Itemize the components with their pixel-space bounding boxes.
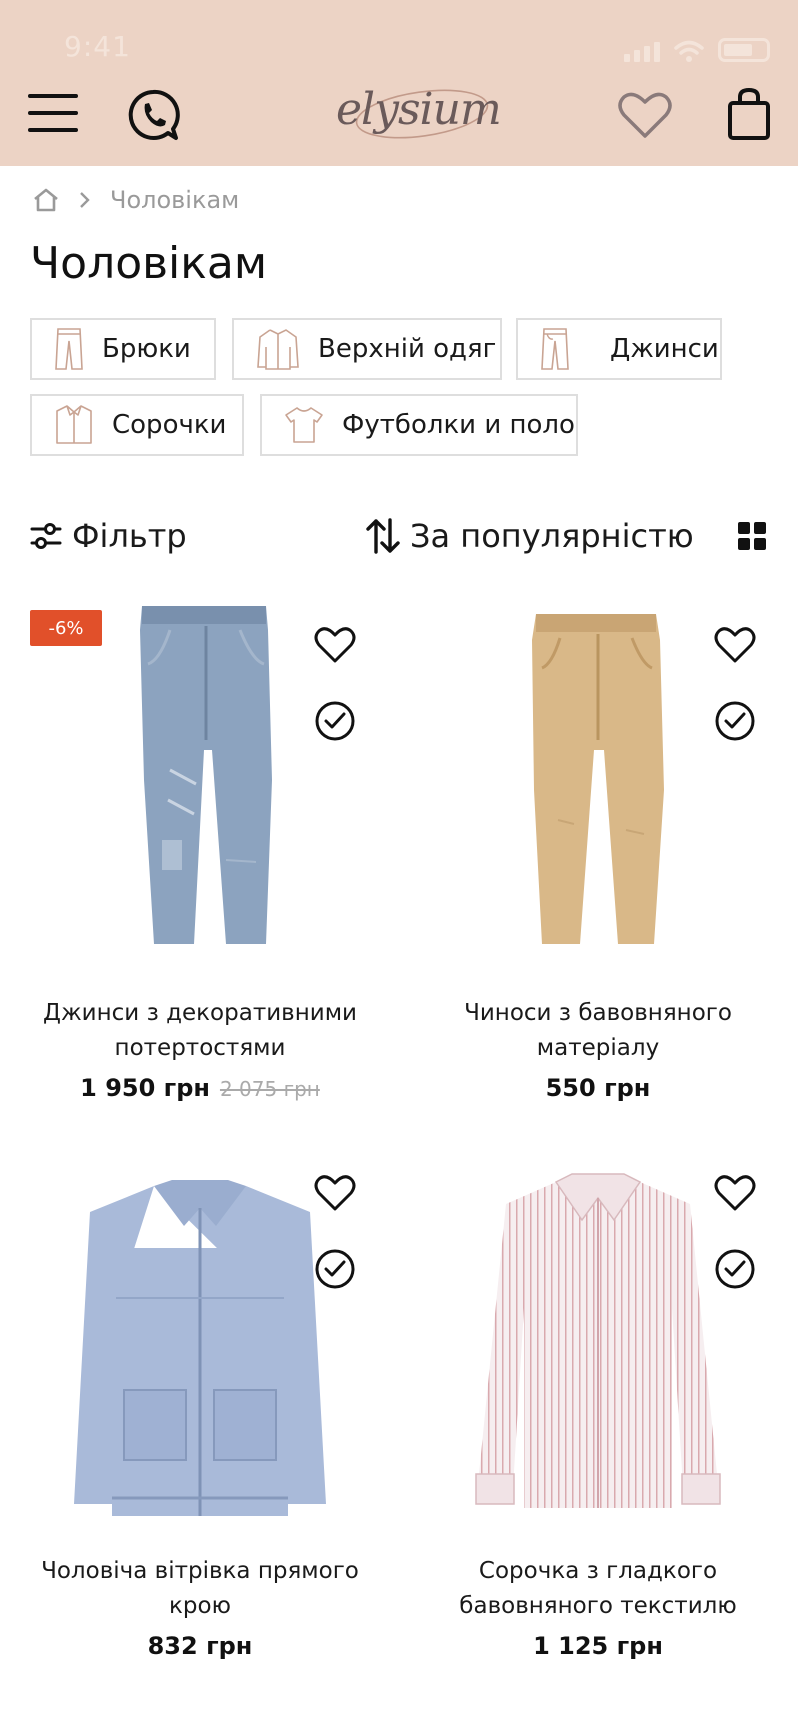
product-name-line1[interactable]: Сорочка з гладкого <box>418 1554 778 1589</box>
wishlist-toggle[interactable] <box>310 620 360 670</box>
jeans-icon <box>541 328 569 370</box>
heart-icon <box>618 92 672 138</box>
check-circle-icon <box>715 1249 755 1289</box>
product-name-line2[interactable]: потертостями <box>20 1031 380 1066</box>
chat-call-button[interactable] <box>124 86 182 144</box>
shopping-bag-icon <box>728 87 770 140</box>
product-card[interactable]: Сорочка з гладкого бавовняного текстилю … <box>418 1168 778 1668</box>
product-image-jacket[interactable] <box>20 1168 380 1518</box>
tshirt-icon <box>285 407 323 443</box>
price-current: 1 950 грн <box>80 1074 210 1102</box>
chip-outerwear[interactable]: Верхній одяг <box>232 318 502 380</box>
compare-toggle[interactable] <box>710 696 760 746</box>
breadcrumb-current: Чоловікам <box>110 186 240 214</box>
heart-icon <box>714 627 756 663</box>
trousers-icon <box>55 328 83 370</box>
grid-view-button[interactable] <box>738 512 766 560</box>
product-image-shirt[interactable] <box>418 1168 778 1518</box>
page-title: Чоловікам <box>30 238 268 289</box>
price-current: 1 125 грн <box>533 1632 663 1660</box>
logo-text: elysium <box>336 84 502 135</box>
heart-icon <box>714 1175 756 1211</box>
product-price: 832 грн <box>20 1632 380 1660</box>
phone-chat-icon <box>128 89 180 140</box>
discount-badge: -6% <box>30 610 102 646</box>
product-card[interactable]: Чоловіча вітрівка прямого крою 832 грн <box>20 1168 380 1668</box>
grid-icon <box>738 522 766 550</box>
product-card[interactable]: Чиноси з бавовняного матеріалу 550 грн <box>418 600 778 1120</box>
product-price: 1 125 грн <box>418 1632 778 1660</box>
product-price: 1 950 грн 2 075 грн <box>20 1074 380 1102</box>
compare-toggle[interactable] <box>310 1244 360 1294</box>
listing-toolbar: Фільтр За популярністю <box>30 512 770 560</box>
home-icon[interactable] <box>32 187 60 213</box>
signal-icon <box>624 42 660 62</box>
battery-icon <box>718 38 770 62</box>
product-name-line2[interactable]: матеріалу <box>418 1031 778 1066</box>
sliders-icon <box>30 523 62 549</box>
wishlist-button[interactable] <box>616 88 674 142</box>
product-price: 550 грн <box>418 1074 778 1102</box>
check-circle-icon <box>715 701 755 741</box>
price-current: 832 грн <box>147 1632 253 1660</box>
wishlist-toggle[interactable] <box>310 1168 360 1218</box>
wishlist-toggle[interactable] <box>710 620 760 670</box>
jacket-icon <box>257 329 299 370</box>
heart-icon <box>314 627 356 663</box>
wifi-icon <box>674 40 704 62</box>
product-name-line1[interactable]: Чоловіча вітрівка прямого <box>20 1554 380 1589</box>
menu-button[interactable] <box>24 90 82 136</box>
breadcrumb: Чоловікам <box>32 186 239 214</box>
brand-logo[interactable]: elysium <box>330 78 502 150</box>
product-name-line2[interactable]: бавовняного текстилю <box>418 1589 778 1624</box>
check-circle-icon <box>315 701 355 741</box>
heart-icon <box>314 1175 356 1211</box>
product-name-line2[interactable]: крою <box>20 1589 380 1624</box>
chip-shirts[interactable]: Сорочки <box>30 394 244 456</box>
wishlist-toggle[interactable] <box>710 1168 760 1218</box>
shirt-icon <box>56 405 92 444</box>
compare-toggle[interactable] <box>310 696 360 746</box>
sort-button[interactable]: За популярністю <box>366 512 694 560</box>
filter-button[interactable]: Фільтр <box>30 512 187 560</box>
status-icons <box>624 38 770 62</box>
app-header: 9:41 elysium <box>0 0 798 166</box>
sort-arrows-icon <box>366 518 400 554</box>
chip-tshirts[interactable]: Футболки и поло <box>260 394 578 456</box>
product-name-line1[interactable]: Джинси з декоративними <box>20 996 380 1031</box>
chip-trousers[interactable]: Брюки <box>30 318 216 380</box>
chip-jeans[interactable]: Джинси <box>516 318 722 380</box>
check-circle-icon <box>315 1249 355 1289</box>
status-time: 9:41 <box>64 30 131 63</box>
price-current: 550 грн <box>545 1074 651 1102</box>
compare-toggle[interactable] <box>710 1244 760 1294</box>
price-old: 2 075 грн <box>219 1077 320 1101</box>
product-card[interactable]: Джинси з декоративними потертостями 1 95… <box>20 600 380 1120</box>
cart-button[interactable] <box>724 86 774 142</box>
chevron-right-icon <box>80 192 90 208</box>
product-name-line1[interactable]: Чиноси з бавовняного <box>418 996 778 1031</box>
hamburger-icon <box>28 94 78 132</box>
